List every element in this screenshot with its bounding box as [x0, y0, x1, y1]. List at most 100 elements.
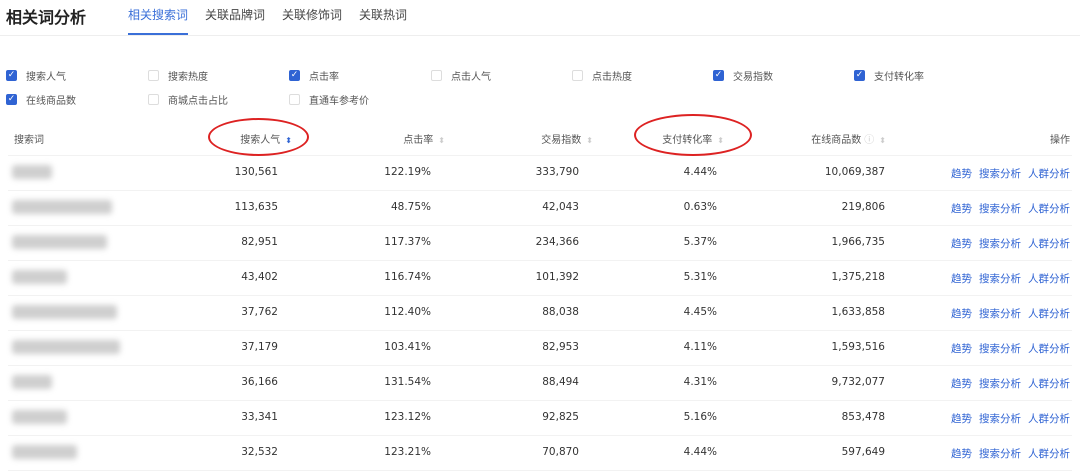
- cell-搜索人气: 33,341: [241, 411, 278, 423]
- checkbox-2[interactable]: ✓ 点击率: [289, 68, 339, 83]
- table-row: 113,635 48.75% 42,043 0.63% 219,806 趋势 搜索分析 …: [0, 190, 1080, 226]
- trend-link[interactable]: 趋势: [951, 446, 972, 461]
- search-analysis-link[interactable]: 搜索分析: [979, 376, 1021, 391]
- checkbox-label: 支付转化率: [874, 72, 924, 83]
- cell-点击率: 116.74%: [384, 271, 431, 283]
- column-label: 搜索词: [14, 135, 44, 146]
- crowd-analysis-link[interactable]: 人群分析: [1028, 341, 1070, 356]
- search-term-redacted: [12, 305, 117, 319]
- sort-icon[interactable]: ⬍: [586, 136, 593, 145]
- checkbox-label: 交易指数: [733, 72, 773, 83]
- crowd-analysis-link[interactable]: 人群分析: [1028, 306, 1070, 321]
- cell-点击率: 103.41%: [384, 341, 431, 353]
- divider: [0, 35, 1080, 36]
- checkbox-4[interactable]: 点击热度: [572, 68, 632, 83]
- divider: [8, 470, 1072, 471]
- checkbox-1[interactable]: 搜索热度: [148, 68, 208, 83]
- cell-支付转化率: 4.44%: [683, 446, 717, 458]
- cell-支付转化率: 5.37%: [683, 236, 717, 248]
- checkbox-icon[interactable]: [289, 94, 300, 105]
- checkbox-icon[interactable]: ✓: [854, 70, 865, 81]
- column-label: 交易指数: [541, 135, 582, 146]
- table-row: 82,951 117.37% 234,366 5.37% 1,966,735 趋势 搜索…: [0, 225, 1080, 261]
- trend-link[interactable]: 趋势: [951, 341, 972, 356]
- checkbox-icon[interactable]: ✓: [289, 70, 300, 81]
- cell-交易指数: 88,038: [542, 306, 579, 318]
- tab-related-search[interactable]: 相关搜索词: [128, 6, 189, 35]
- cell-搜索人气: 36,166: [241, 376, 278, 388]
- cell-交易指数: 82,953: [542, 341, 579, 353]
- checkbox-icon[interactable]: ✓: [713, 70, 724, 81]
- checkbox-7[interactable]: ✓ 在线商品数: [6, 92, 76, 107]
- checkbox-8[interactable]: 商城点击占比: [148, 92, 228, 107]
- cell-在线商品数: 1,375,218: [831, 271, 885, 283]
- column-label: 在线商品数: [811, 135, 862, 146]
- checkbox-3[interactable]: 点击人气: [431, 68, 491, 83]
- sort-icon[interactable]: ⬍: [879, 136, 886, 145]
- checkbox-5[interactable]: ✓ 交易指数: [713, 68, 773, 83]
- checkbox-label: 商城点击占比: [168, 96, 228, 107]
- row-actions: 趋势 搜索分析 人群分析: [951, 411, 1070, 426]
- tab-modifier[interactable]: 关联修饰词: [282, 6, 342, 35]
- search-analysis-link[interactable]: 搜索分析: [979, 271, 1021, 286]
- cell-点击率: 131.54%: [384, 376, 431, 388]
- row-actions: 趋势 搜索分析 人群分析: [951, 376, 1070, 391]
- table-row: 36,166 131.54% 88,494 4.31% 9,732,077 趋势 搜索分…: [0, 365, 1080, 401]
- search-term-redacted: [12, 270, 67, 284]
- crowd-analysis-link[interactable]: 人群分析: [1028, 166, 1070, 181]
- cell-支付转化率: 5.16%: [683, 411, 717, 423]
- cell-交易指数: 92,825: [542, 411, 579, 423]
- cell-在线商品数: 1,593,516: [831, 341, 885, 353]
- trend-link[interactable]: 趋势: [951, 201, 972, 216]
- tab-hot[interactable]: 关联热词: [359, 6, 407, 35]
- trend-link[interactable]: 趋势: [951, 411, 972, 426]
- checkbox-label: 点击率: [309, 72, 339, 83]
- trend-link[interactable]: 趋势: [951, 271, 972, 286]
- trend-link[interactable]: 趋势: [951, 166, 972, 181]
- search-analysis-link[interactable]: 搜索分析: [979, 341, 1021, 356]
- help-icon[interactable]: ⓘ: [864, 135, 874, 146]
- checkbox-9[interactable]: 直通车参考价: [289, 92, 369, 107]
- search-analysis-link[interactable]: 搜索分析: [979, 236, 1021, 251]
- checkbox-6[interactable]: ✓ 支付转化率: [854, 68, 924, 83]
- search-analysis-link[interactable]: 搜索分析: [979, 446, 1021, 461]
- cell-交易指数: 42,043: [542, 201, 579, 213]
- trend-link[interactable]: 趋势: [951, 236, 972, 251]
- column-header-3[interactable]: 交易指数 ⬍: [541, 131, 593, 146]
- row-actions: 趋势 搜索分析 人群分析: [951, 236, 1070, 251]
- cell-在线商品数: 9,732,077: [831, 376, 885, 388]
- row-actions: 趋势 搜索分析 人群分析: [951, 271, 1070, 286]
- checkbox-icon[interactable]: [148, 70, 159, 81]
- tab-brand[interactable]: 关联品牌词: [205, 6, 265, 35]
- crowd-analysis-link[interactable]: 人群分析: [1028, 271, 1070, 286]
- trend-link[interactable]: 趋势: [951, 306, 972, 321]
- search-analysis-link[interactable]: 搜索分析: [979, 166, 1021, 181]
- crowd-analysis-link[interactable]: 人群分析: [1028, 201, 1070, 216]
- checkbox-icon[interactable]: ✓: [6, 94, 17, 105]
- crowd-analysis-link[interactable]: 人群分析: [1028, 411, 1070, 426]
- cell-点击率: 112.40%: [384, 306, 431, 318]
- column-header-2[interactable]: 点击率 ⬍: [403, 131, 445, 146]
- annotation-circle: [208, 118, 309, 156]
- checkbox-icon[interactable]: [431, 70, 442, 81]
- cell-交易指数: 88,494: [542, 376, 579, 388]
- crowd-analysis-link[interactable]: 人群分析: [1028, 236, 1070, 251]
- cell-支付转化率: 4.44%: [683, 166, 717, 178]
- cell-支付转化率: 5.31%: [683, 271, 717, 283]
- search-analysis-link[interactable]: 搜索分析: [979, 306, 1021, 321]
- checkbox-label: 点击人气: [451, 72, 491, 83]
- crowd-analysis-link[interactable]: 人群分析: [1028, 376, 1070, 391]
- column-header-5[interactable]: 在线商品数 ⓘ ⬍: [811, 131, 886, 146]
- checkbox-icon[interactable]: ✓: [6, 70, 17, 81]
- sort-icon[interactable]: ⬍: [438, 136, 445, 145]
- search-analysis-link[interactable]: 搜索分析: [979, 201, 1021, 216]
- table-row: 43,402 116.74% 101,392 5.31% 1,375,218 趋势 搜索…: [0, 260, 1080, 296]
- search-term-redacted: [12, 200, 112, 214]
- cell-在线商品数: 1,966,735: [831, 236, 885, 248]
- checkbox-icon[interactable]: [148, 94, 159, 105]
- checkbox-icon[interactable]: [572, 70, 583, 81]
- checkbox-0[interactable]: ✓ 搜索人气: [6, 68, 66, 83]
- trend-link[interactable]: 趋势: [951, 376, 972, 391]
- search-analysis-link[interactable]: 搜索分析: [979, 411, 1021, 426]
- crowd-analysis-link[interactable]: 人群分析: [1028, 446, 1070, 461]
